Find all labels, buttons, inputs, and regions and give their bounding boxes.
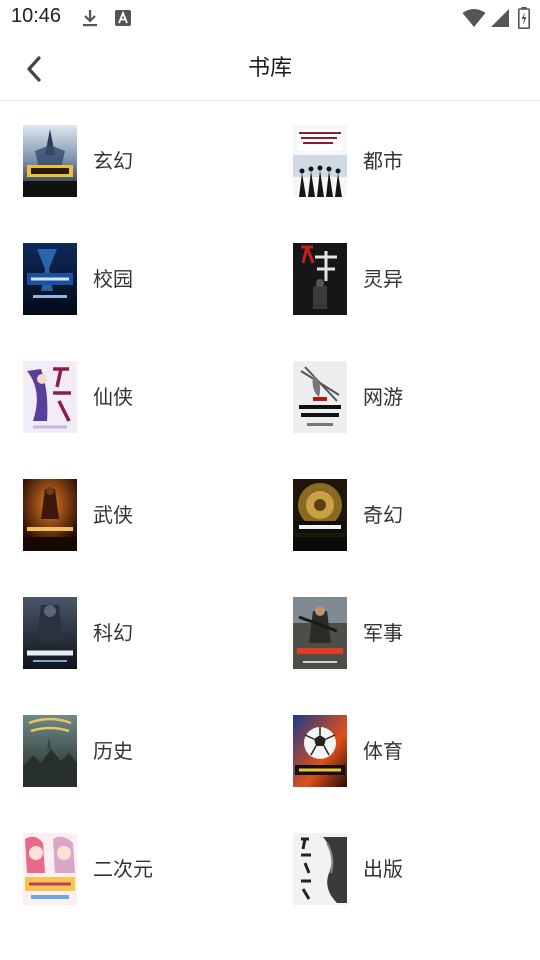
category-item-wangyou[interactable]: 网游: [293, 361, 540, 461]
category-label: 武侠: [93, 503, 133, 527]
category-item-tiyu[interactable]: 体育: [293, 715, 540, 815]
category-item-chuban[interactable]: 出版: [293, 833, 540, 933]
header-divider: [0, 100, 540, 101]
status-time: 10:46: [11, 5, 62, 27]
category-label: 网游: [363, 385, 403, 409]
signal-icon: [491, 9, 509, 27]
category-label: 军事: [363, 621, 403, 645]
book-cover-image: [23, 715, 77, 787]
book-cover-image: [23, 833, 77, 905]
title-bar: 书库: [0, 38, 540, 100]
a-notification-icon: [115, 10, 131, 26]
category-label: 出版: [363, 857, 403, 881]
book-cover-image: [23, 361, 77, 433]
category-item-junshi[interactable]: 军事: [293, 597, 540, 697]
book-cover-image: [23, 479, 77, 551]
category-label: 校园: [93, 267, 133, 291]
category-label: 科幻: [93, 621, 133, 645]
battery-charging-icon: [518, 7, 530, 29]
category-item-qihuan[interactable]: 奇幻: [293, 479, 540, 579]
book-cover-image: [293, 833, 347, 905]
download-icon: [83, 10, 97, 27]
category-item-lingyi[interactable]: 灵异: [293, 243, 540, 343]
chevron-left-icon: [27, 56, 41, 82]
category-item-erciyuan[interactable]: 二次元: [23, 833, 283, 933]
book-cover-image: [293, 125, 347, 197]
category-label: 历史: [93, 739, 133, 763]
category-label: 玄幻: [93, 149, 133, 173]
category-item-xiaoyuan[interactable]: 校园: [23, 243, 283, 343]
category-label: 灵异: [363, 267, 403, 291]
category-item-xuanhuan[interactable]: 玄幻: [23, 125, 283, 225]
category-item-lishi[interactable]: 历史: [23, 715, 283, 815]
book-cover-image: [23, 243, 77, 315]
book-cover-image: [293, 479, 347, 551]
book-cover-image: [293, 243, 347, 315]
category-item-xianxia[interactable]: 仙侠: [23, 361, 283, 461]
category-item-wuxia[interactable]: 武侠: [23, 479, 283, 579]
category-label: 二次元: [93, 857, 153, 881]
book-cover-image: [23, 597, 77, 669]
category-label: 都市: [363, 149, 403, 173]
book-cover-image: [293, 597, 347, 669]
screen: 10:46 书库 玄幻 都市 校园 灵异 仙侠 网游 武侠 奇幻 科幻 军事 历…: [0, 0, 540, 960]
category-label: 体育: [363, 739, 403, 763]
status-bar: 10:46: [0, 0, 540, 36]
book-cover-image: [23, 125, 77, 197]
book-cover-image: [293, 361, 347, 433]
category-item-dushi[interactable]: 都市: [293, 125, 540, 225]
page-title: 书库: [247, 56, 292, 81]
category-label: 仙侠: [93, 385, 133, 409]
category-label: 奇幻: [363, 503, 403, 527]
wifi-icon: [462, 9, 486, 27]
back-button[interactable]: [18, 52, 50, 86]
category-item-kehuan[interactable]: 科幻: [23, 597, 283, 697]
book-cover-image: [293, 715, 347, 787]
